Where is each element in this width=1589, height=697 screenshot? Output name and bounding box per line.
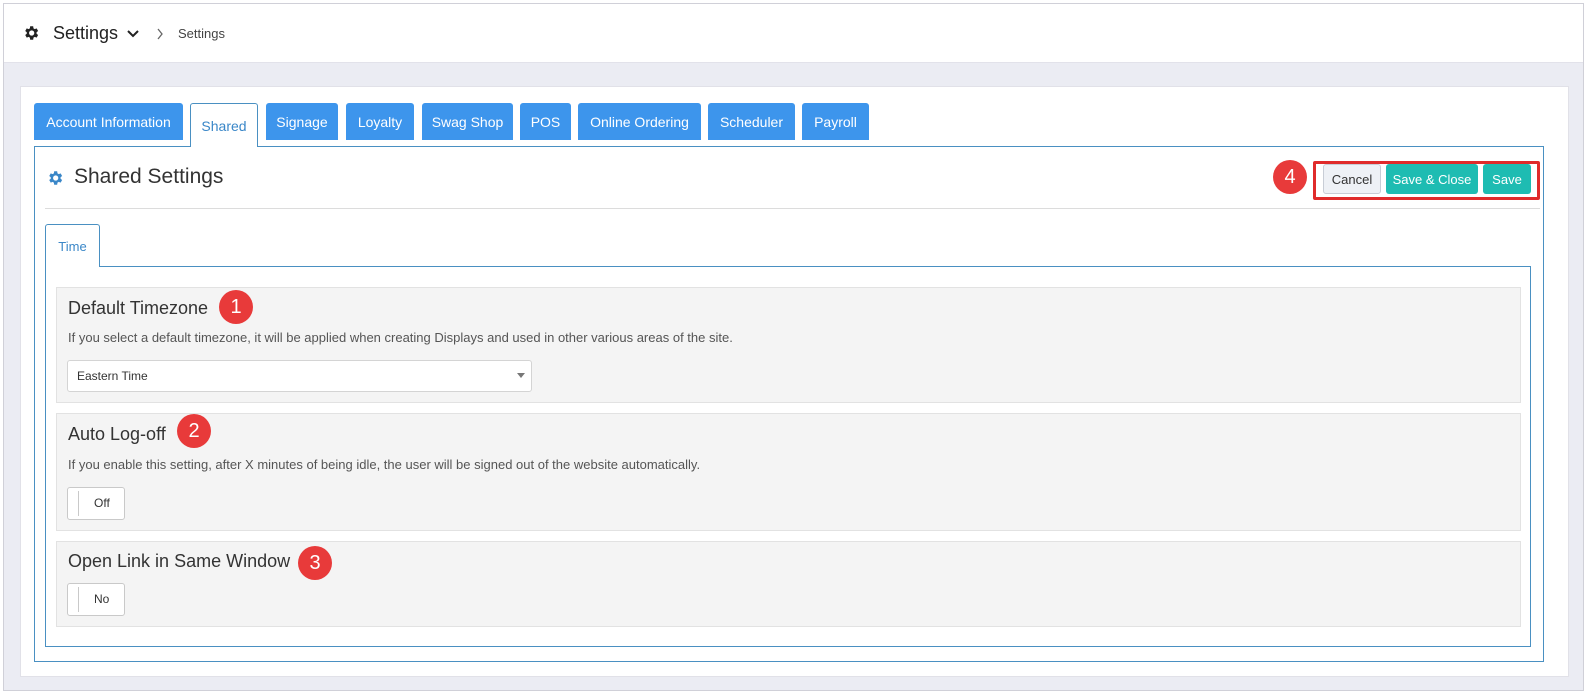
tab-time[interactable]: Time (45, 224, 100, 267)
chevron-down-icon[interactable] (126, 29, 140, 39)
auto-logoff-toggle[interactable]: Off (67, 487, 125, 520)
tab-pos[interactable]: POS (520, 103, 571, 140)
save-and-close-button[interactable]: Save & Close (1386, 164, 1478, 194)
time-panel: Default Timezone 1 If you select a defau… (45, 266, 1531, 647)
tab-online-ordering[interactable]: Online Ordering (578, 103, 701, 140)
tab-scheduler[interactable]: Scheduler (708, 103, 795, 140)
toggle-label: No (94, 592, 110, 606)
tab-swag-shop[interactable]: Swag Shop (422, 103, 513, 140)
save-button[interactable]: Save (1483, 164, 1531, 194)
tab-payroll[interactable]: Payroll (802, 103, 869, 140)
callout-badge-2: 2 (177, 414, 211, 448)
shared-settings-panel: Shared Settings 4 Cancel Save & Close Sa… (34, 146, 1544, 662)
section-title: Auto Log-off (68, 424, 166, 444)
panel-title: Shared Settings (74, 165, 224, 188)
section-description: If you enable this setting, after X minu… (68, 457, 701, 472)
section-auto-logoff: Auto Log-off 2 If you enable this settin… (56, 413, 1521, 531)
section-description: If you select a default timezone, it wil… (68, 330, 733, 345)
divider (45, 208, 1540, 209)
top-bar: Settings Settings (4, 4, 1583, 63)
dropdown-arrow-icon (517, 373, 525, 378)
gear-icon (49, 171, 63, 185)
toggle-knob (78, 491, 79, 516)
tab-signage[interactable]: Signage (266, 103, 338, 140)
toggle-knob (78, 587, 79, 612)
tab-shared[interactable]: Shared (190, 103, 258, 147)
app-frame: Settings Settings Account Information Sh… (3, 3, 1584, 691)
open-link-same-window-toggle[interactable]: No (67, 583, 125, 616)
chevron-right-icon (157, 28, 163, 40)
breadcrumb: Settings (178, 26, 225, 41)
gear-icon (25, 26, 39, 40)
section-title: Open Link in Same Window (68, 551, 291, 571)
section-default-timezone: Default Timezone 1 If you select a defau… (56, 287, 1521, 403)
callout-badge-3: 3 (298, 546, 332, 580)
callout-badge-4: 4 (1273, 160, 1307, 194)
callout-badge-1: 1 (219, 290, 253, 324)
toggle-label: Off (94, 496, 110, 510)
section-title: Default Timezone (68, 298, 209, 318)
tab-loyalty[interactable]: Loyalty (346, 103, 414, 140)
section-open-link-same-window: Open Link in Same Window 3 No (56, 541, 1521, 627)
settings-card: Account Information Shared Signage Loyal… (20, 86, 1569, 677)
timezone-select[interactable]: Eastern Time (67, 360, 532, 392)
page-title[interactable]: Settings (53, 23, 118, 44)
cancel-button[interactable]: Cancel (1323, 164, 1381, 194)
tab-account-information[interactable]: Account Information (34, 103, 183, 140)
select-value: Eastern Time (77, 369, 148, 383)
